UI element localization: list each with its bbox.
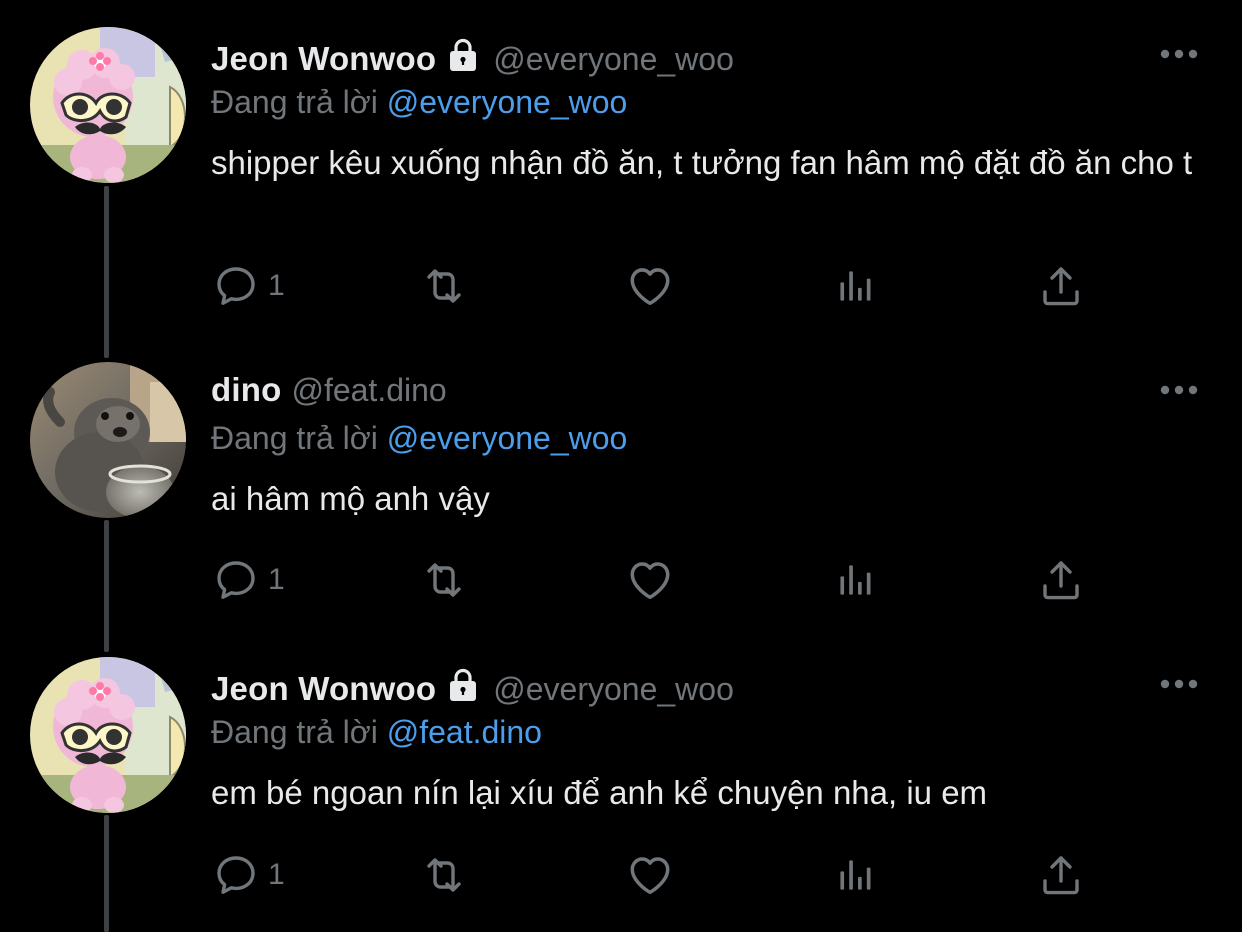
action-bar: 1 (0, 851, 1242, 911)
tweet-text: em bé ngoan nín lại xíu để anh kể chuyện… (211, 774, 988, 811)
replying-to-line: Đang trả lời @feat.dino (211, 714, 542, 751)
pink-sheep-avatar-icon (30, 657, 186, 813)
bar-chart-icon (834, 851, 878, 899)
more-options-icon[interactable] (1158, 677, 1200, 691)
tweet[interactable]: Jeon Wonwoo @everyone_woo Đang trả lời @… (0, 0, 1242, 932)
avatar[interactable] (30, 657, 186, 813)
speech-bubble-icon (212, 851, 260, 899)
analytics-button[interactable] (834, 851, 878, 899)
retweet-icon (416, 851, 472, 899)
heart-icon (625, 850, 675, 900)
retweet-button[interactable] (416, 851, 472, 899)
lock-icon (445, 667, 481, 703)
reply-count: 1 (268, 858, 285, 891)
like-button[interactable] (625, 851, 675, 899)
author-name[interactable]: Jeon Wonwoo (211, 670, 436, 708)
author-handle[interactable]: @everyone_woo (493, 671, 734, 708)
share-upload-icon (1037, 851, 1085, 899)
share-button[interactable] (1037, 851, 1085, 899)
replying-label: Đang trả lời (211, 714, 378, 750)
mention-link[interactable]: @feat.dino (387, 714, 542, 750)
reply-button[interactable]: 1 (212, 851, 285, 899)
